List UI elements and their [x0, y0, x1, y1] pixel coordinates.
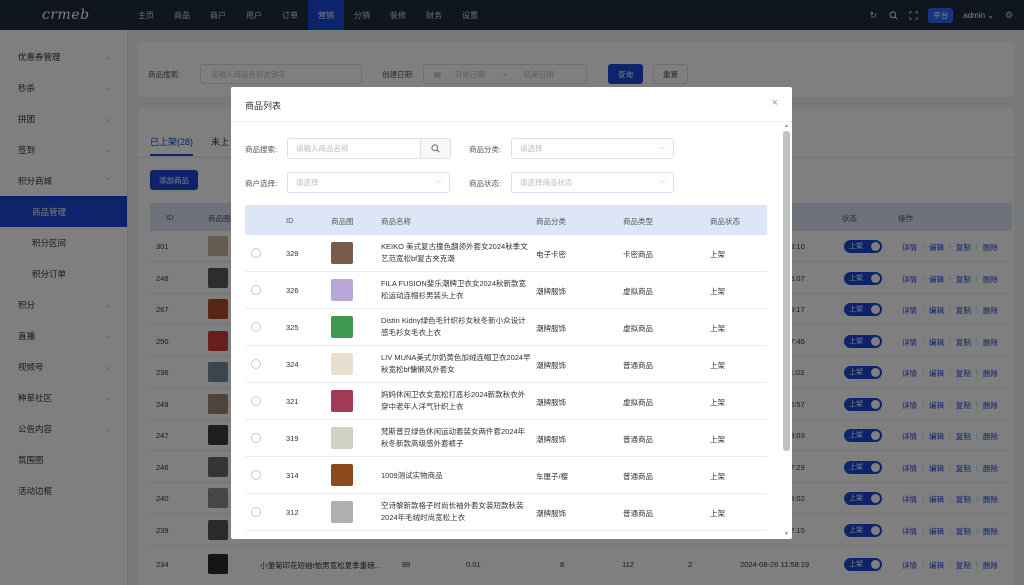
product-image: [331, 316, 353, 338]
product-name: 1009测试实物商品: [381, 471, 443, 480]
row-id: 321: [286, 397, 299, 406]
row-radio[interactable]: [251, 322, 261, 332]
product-image: [331, 464, 353, 486]
modal-table-row[interactable]: 326 FILA FUSION斐乐潮牌卫衣女2024秋新款宽松运动连帽衫男装头上衣…: [245, 272, 767, 309]
col-image: 商品图: [331, 217, 354, 226]
product-status: 上架: [710, 250, 725, 259]
col-category: 商品分类: [536, 217, 566, 226]
modal-table-body: 329 KEIKO 美式复古撞色翻领外套女2024秋季文艺范宽松bf复古夹克潮 电子…: [245, 235, 767, 531]
product-name: KEIKO 美式复古撞色翻领外套女2024秋季文艺范宽松bf复古夹克潮: [381, 242, 528, 263]
modal-search-input[interactable]: 请输入商品名称: [287, 138, 421, 159]
product-category: 电子卡密: [536, 250, 566, 259]
modal-product-table: ID 商品图 商品名称 商品分类 商品类型 商品状态 329 KEIKO 美式复古…: [245, 205, 767, 531]
product-category: 潮牌服饰: [536, 361, 566, 370]
merchant-label: 商户选择:: [245, 179, 278, 188]
row-radio[interactable]: [251, 433, 261, 443]
modal-title: 商品列表: [245, 101, 282, 111]
row-id: 314: [286, 471, 299, 480]
scroll-down-icon[interactable]: ▼: [783, 531, 790, 537]
row-id: 319: [286, 434, 299, 443]
row-id: 325: [286, 323, 299, 332]
product-image: [331, 279, 353, 301]
modal-table-row[interactable]: 319 梵斯普豆绿色休闲运动套装女两件套2024年秋冬新款高级感外套裤子 潮牌服饰 普…: [245, 420, 767, 457]
search-icon: [431, 144, 440, 153]
close-icon[interactable]: ×: [772, 97, 778, 109]
product-type: 普通商品: [623, 509, 653, 518]
product-image: [331, 427, 353, 449]
product-category: 潮牌服饰: [536, 509, 566, 518]
product-type: 虚拟商品: [623, 287, 653, 296]
col-status: 商品状态: [710, 217, 740, 226]
product-category: 潮牌服饰: [536, 324, 566, 333]
product-image: [331, 242, 353, 264]
category-placeholder: 请选择: [520, 144, 543, 153]
merchant-placeholder: 请选择: [296, 178, 319, 187]
row-radio[interactable]: [251, 396, 261, 406]
product-name: 妈妈休闲卫衣女宽松打底衫2024新款秋衣外穿中老年人洋气针织上衣: [381, 390, 526, 411]
col-type: 商品类型: [623, 217, 653, 226]
product-status: 上架: [710, 361, 725, 370]
product-name: Distin Kidny绿色毛针织衫女秋冬新小众设计感毛衫女毛衣上衣: [381, 316, 526, 337]
modal-table-row[interactable]: 329 KEIKO 美式复古撞色翻领外套女2024秋季文艺范宽松bf复古夹克潮 电子…: [245, 235, 767, 272]
row-radio[interactable]: [251, 248, 261, 258]
status-label: 商品状态:: [469, 179, 502, 188]
product-type: 虚拟商品: [623, 324, 653, 333]
modal-table-header: ID 商品图 商品名称 商品分类 商品类型 商品状态: [245, 205, 767, 235]
modal-divider: [231, 121, 792, 122]
row-id: 324: [286, 360, 299, 369]
product-status: 上架: [710, 287, 725, 296]
modal-scrollbar[interactable]: ▲ ▼: [783, 123, 790, 537]
product-name: FILA FUSION斐乐潮牌卫衣女2024秋新款宽松运动连帽衫男装头上衣: [381, 279, 527, 300]
product-category: 潮牌服饰: [536, 398, 566, 407]
col-id: ID: [286, 216, 294, 225]
product-type: 卡密商品: [623, 250, 653, 259]
modal-search-button[interactable]: [421, 138, 451, 159]
row-id: 329: [286, 249, 299, 258]
row-radio[interactable]: [251, 285, 261, 295]
status-select[interactable]: 请选择商品状态 ⌵: [511, 172, 674, 193]
product-status: 上架: [710, 435, 725, 444]
row-radio[interactable]: [251, 507, 261, 517]
scroll-thumb[interactable]: [783, 131, 790, 451]
modal-table-row[interactable]: 325 Distin Kidny绿色毛针织衫女秋冬新小众设计感毛衫女毛衣上衣 潮牌服…: [245, 309, 767, 346]
product-category: 潮牌服饰: [536, 287, 566, 296]
product-image: [331, 501, 353, 523]
chevron-down-icon: ⌵: [659, 178, 665, 185]
product-type: 普通商品: [623, 361, 653, 370]
product-status: 上架: [710, 324, 725, 333]
chevron-down-icon: ⌵: [659, 144, 665, 151]
row-id: 326: [286, 286, 299, 295]
modal-table-row[interactable]: 324 LIV MUNA美式尔奶黄色加绒连帽卫衣2024早秋宽松bf慵懒风外套女潮…: [245, 346, 767, 383]
row-radio[interactable]: [251, 470, 261, 480]
product-name: 梵斯普豆绿色休闲运动套装女两件套2024年秋冬新款高级感外套裤子: [381, 427, 526, 448]
product-image: [331, 390, 353, 412]
product-image: [331, 353, 353, 375]
scroll-up-icon[interactable]: ▲: [783, 123, 790, 129]
chevron-down-icon: ⌵: [435, 178, 441, 185]
col-name: 商品名称: [381, 217, 411, 226]
product-type: 虚拟商品: [623, 398, 653, 407]
product-type: 普通商品: [623, 435, 653, 444]
status-placeholder: 请选择商品状态: [520, 178, 573, 187]
modal-search-label: 商品搜索:: [245, 145, 278, 154]
category-label: 商品分类:: [469, 145, 502, 154]
merchant-select[interactable]: 请选择 ⌵: [287, 172, 450, 193]
product-category: 车厘子/樱: [536, 472, 569, 481]
product-category: 潮牌服饰: [536, 435, 566, 444]
product-type: 普通商品: [623, 472, 653, 481]
product-list-modal: 商品列表 × 商品搜索: 请输入商品名称 商品分类: 请选择 ⌵ 商户选择: 请…: [231, 87, 792, 539]
modal-table-row[interactable]: 312 空诗黎新款格子时尚长袖外套女装短款秋装2024年毛绒时尚宽松上衣 潮牌服饰 普…: [245, 494, 767, 531]
modal-table-row[interactable]: 314 1009测试实物商品 车厘子/樱 普通商品 上架: [245, 457, 767, 494]
product-name: 空诗黎新款格子时尚长袖外套女装短款秋装2024年毛绒时尚宽松上衣: [381, 501, 524, 522]
row-id: 312: [286, 508, 299, 517]
product-name: LIV MUNA美式尔奶黄色加绒连帽卫衣2024早秋宽松bf慵懒风外套女: [381, 353, 531, 374]
product-status: 上架: [710, 472, 725, 481]
modal-table-row[interactable]: 321 妈妈休闲卫衣女宽松打底衫2024新款秋衣外穿中老年人洋气针织上衣 潮牌服饰 虚…: [245, 383, 767, 420]
product-status: 上架: [710, 509, 725, 518]
category-select[interactable]: 请选择 ⌵: [511, 138, 674, 159]
row-radio[interactable]: [251, 359, 261, 369]
product-status: 上架: [710, 398, 725, 407]
